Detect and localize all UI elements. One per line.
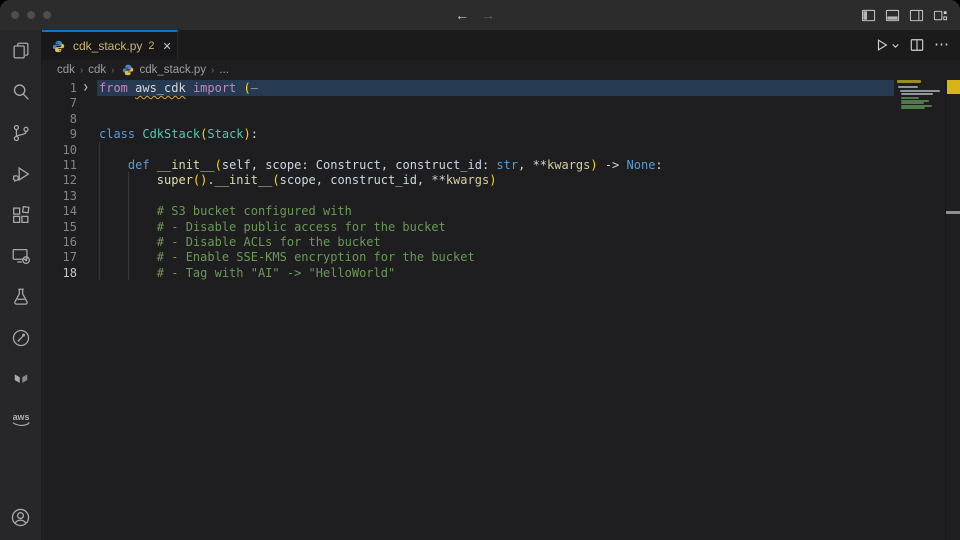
layout-controls (861, 0, 948, 30)
window-minimize-icon[interactable] (27, 11, 35, 19)
line-number: 8 (42, 111, 77, 127)
code-text: super().__init__(scope, construct_id, **… (99, 172, 496, 188)
code-text: from aws_cdk import (– (99, 80, 258, 96)
testing-icon[interactable] (0, 276, 42, 317)
vscode-window: ← → (0, 0, 960, 540)
line-number: 17 (42, 249, 77, 265)
code-line-12[interactable]: 12 super().__init__(scope, construct_id,… (42, 172, 896, 188)
split-editor-icon[interactable] (910, 38, 924, 52)
code-text: # - Disable ACLs for the bucket (99, 234, 381, 250)
tab-bar: cdk_stack.py 2 ✕ ⋯ (42, 30, 960, 60)
code-line-15[interactable]: 15 # - Disable public access for the buc… (42, 219, 896, 235)
code-line-8[interactable]: 8 (42, 111, 896, 127)
toggle-secondary-sidebar-icon[interactable] (909, 8, 924, 23)
code-line-7[interactable]: 7 (42, 95, 896, 111)
code-text: # - Enable SSE-KMS encryption for the bu… (99, 249, 475, 265)
code-line-9[interactable]: 9 class CdkStack(Stack): (42, 126, 896, 142)
code-text: # - Disable public access for the bucket (99, 219, 446, 235)
minimap-line (901, 107, 925, 109)
line-number: 16 (42, 234, 77, 250)
tab-problem-badge: 2 (148, 40, 154, 52)
code-line-11[interactable]: 11 def __init__(self, scope: Construct, … (42, 157, 896, 173)
window-maximize-icon[interactable] (43, 11, 51, 19)
run-dropdown-chevron-icon (891, 41, 900, 50)
line-number: 14 (42, 203, 77, 219)
breadcrumb-symbol[interactable]: ... (219, 64, 229, 76)
minimap-line (898, 86, 918, 88)
toggle-sidebar-icon[interactable] (861, 8, 876, 23)
fold-chevron-icon[interactable]: ❯ (83, 80, 95, 96)
code-line-14[interactable]: 14 # S3 bucket configured with (42, 203, 896, 219)
code-editor[interactable]: 1 ❯from aws_cdk import (– 789 class CdkStac… (42, 80, 960, 540)
code-text: # S3 bucket configured with (99, 203, 352, 219)
code-line-17[interactable]: 17 # - Enable SSE-KMS encryption for the… (42, 249, 896, 265)
line-number: 9 (42, 126, 77, 142)
search-icon[interactable] (0, 71, 42, 112)
activity-bar: aws (0, 30, 42, 540)
more-actions-icon[interactable]: ⋯ (934, 30, 950, 60)
breadcrumb-separator-icon: › (111, 65, 114, 76)
tab-close-icon[interactable]: ✕ (163, 40, 172, 53)
line-number: 13 (42, 188, 77, 204)
line-number: 11 (42, 157, 77, 173)
editor-group: cdk_stack.py 2 ✕ ⋯ cdk › cdk › (42, 30, 960, 540)
run-python-file-button[interactable] (875, 38, 900, 52)
minimap-line (897, 80, 921, 83)
line-number: 7 (42, 95, 77, 111)
accounts-icon[interactable] (0, 495, 42, 540)
explorer-icon[interactable] (0, 30, 42, 71)
remote-explorer-icon[interactable] (0, 235, 42, 276)
overview-ruler[interactable] (945, 80, 960, 540)
terraform-icon[interactable] (0, 358, 42, 399)
history-navigation: ← → (455, 0, 495, 30)
back-arrow-icon[interactable]: ← (455, 0, 469, 30)
python-file-icon (122, 64, 134, 76)
code-line-10[interactable]: 10 (42, 142, 896, 158)
minimap-line (901, 102, 924, 104)
window-close-icon[interactable] (11, 11, 19, 19)
minimap-line (901, 97, 919, 99)
minimap-line (901, 93, 933, 95)
python-file-icon (52, 40, 65, 53)
editor-actions: ⋯ (875, 30, 950, 60)
customize-layout-icon[interactable] (933, 8, 948, 23)
title-bar: ← → (0, 0, 960, 30)
line-number: 1 (42, 80, 77, 96)
line-number: 15 (42, 219, 77, 235)
code-text: class CdkStack(Stack): (99, 126, 258, 142)
line-number: 10 (42, 142, 77, 158)
minimap-line (900, 90, 940, 92)
breadcrumb-folder[interactable]: cdk (57, 64, 75, 76)
code-text: def __init__(self, scope: Construct, con… (99, 157, 663, 173)
line-number: 12 (42, 172, 77, 188)
run-debug-icon[interactable] (0, 153, 42, 194)
forward-arrow-icon[interactable]: → (481, 0, 495, 30)
aws-icon[interactable]: aws (0, 399, 42, 440)
breadcrumb-separator-icon: › (80, 65, 83, 76)
breadcrumb-folder[interactable]: cdk (88, 64, 106, 76)
code-line-16[interactable]: 16 # - Disable ACLs for the bucket (42, 234, 896, 250)
code-line-18[interactable]: 18 # - Tag with "AI" -> "HelloWorld" (42, 265, 896, 281)
toggle-panel-icon[interactable] (885, 8, 900, 23)
source-control-icon[interactable] (0, 112, 42, 153)
window-controls[interactable] (11, 11, 51, 19)
breadcrumb-file[interactable]: cdk_stack.py (140, 64, 206, 76)
line-number: 18 (42, 265, 77, 281)
extensions-icon[interactable] (0, 194, 42, 235)
breadcrumb-separator-icon: › (211, 65, 214, 76)
overview-marker (946, 211, 960, 214)
code-line-13[interactable]: 13 (42, 188, 896, 204)
minimap[interactable] (896, 80, 943, 540)
aws-label: aws (12, 412, 29, 422)
commit-graph-icon[interactable] (0, 317, 42, 358)
tab-cdk-stack[interactable]: cdk_stack.py 2 ✕ (42, 30, 178, 60)
breadcrumb: cdk › cdk › cdk_stack.py › ... (42, 60, 960, 80)
overview-marker (947, 80, 960, 94)
tab-label: cdk_stack.py (73, 39, 142, 53)
code-text: # - Tag with "AI" -> "HelloWorld" (99, 265, 395, 281)
code-line-1[interactable]: 1 ❯from aws_cdk import (– (42, 80, 896, 96)
